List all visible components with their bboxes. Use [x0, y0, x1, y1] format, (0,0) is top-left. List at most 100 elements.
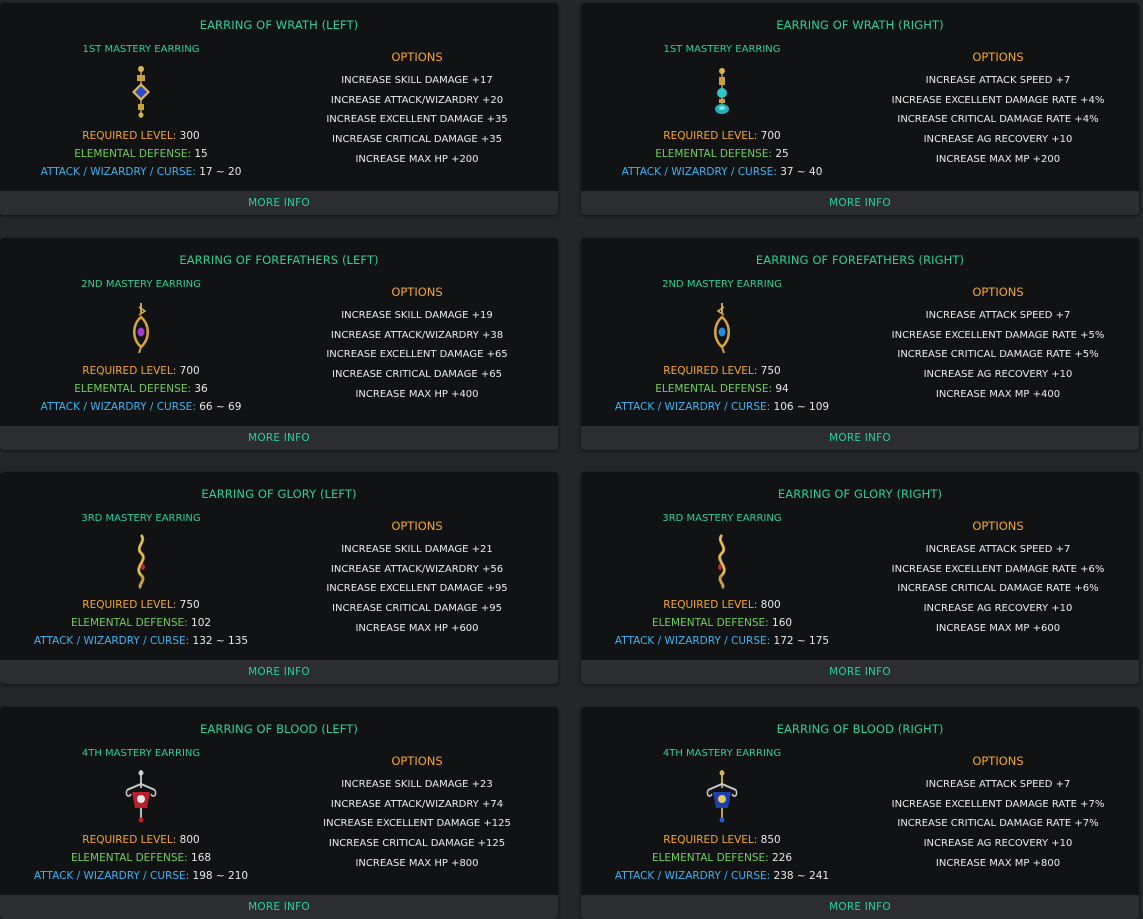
option-item: INCREASE MAX MP +800 [935, 857, 1061, 869]
attack-label: ATTACK / WIZARDRY / CURSE: [40, 166, 196, 178]
attack-label: ATTACK / WIZARDRY / CURSE: [33, 635, 190, 647]
option-item: INCREASE ATTACK/WIZARDRY +56 [330, 563, 504, 575]
elemental-defense-value: 226 [772, 852, 793, 864]
attack-label: ATTACK / WIZARDRY / CURSE: [614, 635, 771, 647]
attack-value: 66 ~ 69 [199, 401, 242, 413]
elemental-defense-value: 160 [772, 617, 793, 629]
item-summary: 4TH MASTERY EARRING REQUIRED LEVEL: 800 … [0, 747, 282, 885]
card-title: EARRING OF WRATH (RIGHT) [776, 18, 944, 32]
elemental-defense-label: ELEMENTAL DEFENSE: [74, 148, 191, 160]
attack-value: 238 ~ 241 [773, 870, 830, 882]
more-info-button[interactable]: MORE INFO [0, 660, 558, 684]
more-info-button[interactable]: MORE INFO [0, 191, 558, 215]
more-info-button[interactable]: MORE INFO [581, 191, 1139, 215]
elemental-defense-value: 102 [191, 617, 212, 629]
attack-stat: ATTACK / WIZARDRY / CURSE: 37 ~ 40 [581, 163, 863, 181]
options-panel: OPTIONS INCREASE SKILL DAMAGE +21 INCREA… [282, 517, 552, 638]
option-item: INCREASE ATTACK SPEED +7 [925, 779, 1071, 790]
option-item: INCREASE ATTACK/WIZARDRY +20 [330, 94, 504, 106]
item-summary: 4TH MASTERY EARRING REQUIRED LEVEL: 850 … [581, 747, 863, 885]
card-title: EARRING OF BLOOD (RIGHT) [776, 722, 944, 736]
option-item: INCREASE CRITICAL DAMAGE RATE +7% [897, 818, 1099, 830]
mastery-label: 3RD MASTERY EARRING [662, 513, 782, 524]
glory-right-earring-icon [581, 526, 863, 596]
required-level-value: 700 [179, 365, 200, 377]
option-item: INCREASE AG RECOVERY +10 [923, 134, 1073, 146]
attack-stat: ATTACK / WIZARDRY / CURSE: 106 ~ 109 [581, 398, 863, 416]
option-item: INCREASE MAX HP +800 [355, 857, 479, 869]
item-card: EARRING OF FOREFATHERS (RIGHT) 2ND MASTE… [581, 238, 1139, 450]
option-item: INCREASE MAX MP +600 [935, 622, 1061, 634]
option-item: INCREASE EXCELLENT DAMAGE +35 [326, 114, 508, 126]
options-title: OPTIONS [391, 50, 443, 64]
required-level: REQUIRED LEVEL: 750 [581, 362, 863, 380]
attack-label: ATTACK / WIZARDRY / CURSE: [614, 870, 771, 882]
option-item: INCREASE MAX MP +200 [935, 153, 1061, 165]
attack-value: 172 ~ 175 [773, 635, 830, 647]
options-panel: OPTIONS INCREASE ATTACK SPEED +7 INCREAS… [863, 517, 1133, 638]
attack-stat: ATTACK / WIZARDRY / CURSE: 198 ~ 210 [0, 867, 282, 885]
required-level-value: 750 [760, 365, 781, 377]
option-item: INCREASE MAX HP +600 [355, 622, 479, 634]
option-item: INCREASE CRITICAL DAMAGE RATE +6% [897, 583, 1099, 595]
elemental-defense-label: ELEMENTAL DEFENSE: [70, 852, 188, 864]
option-item: INCREASE MAX MP +400 [935, 388, 1061, 400]
required-level: REQUIRED LEVEL: 700 [581, 127, 863, 145]
attack-value: 198 ~ 210 [192, 870, 249, 882]
options-title: OPTIONS [391, 754, 443, 768]
required-level: REQUIRED LEVEL: 700 [0, 362, 282, 380]
more-info-button[interactable]: MORE INFO [0, 426, 558, 450]
required-level-label: REQUIRED LEVEL: [82, 599, 177, 611]
attack-stat: ATTACK / WIZARDRY / CURSE: 132 ~ 135 [0, 632, 282, 650]
required-level-label: REQUIRED LEVEL: [663, 599, 758, 611]
required-level: REQUIRED LEVEL: 800 [581, 596, 863, 614]
required-level: REQUIRED LEVEL: 300 [0, 127, 282, 145]
more-info-button[interactable]: MORE INFO [0, 895, 558, 919]
mastery-label: 2ND MASTERY EARRING [662, 279, 782, 290]
option-item: INCREASE ATTACK/WIZARDRY +74 [330, 798, 504, 810]
options-title: OPTIONS [972, 285, 1024, 299]
attack-label: ATTACK / WIZARDRY / CURSE: [33, 870, 190, 882]
attack-value: 37 ~ 40 [780, 166, 823, 178]
wrath-right-earring-icon [581, 57, 863, 127]
option-item: INCREASE AG RECOVERY +10 [923, 603, 1073, 615]
card-title: EARRING OF FOREFATHERS (LEFT) [179, 253, 379, 267]
elemental-defense-label: ELEMENTAL DEFENSE: [655, 383, 772, 395]
required-level: REQUIRED LEVEL: 800 [0, 831, 282, 849]
attack-value: 106 ~ 109 [773, 401, 830, 413]
option-item: INCREASE EXCELLENT DAMAGE RATE +7% [891, 798, 1105, 810]
elemental-defense-value: 15 [194, 148, 208, 160]
option-item: INCREASE SKILL DAMAGE +21 [341, 544, 493, 555]
item-card: EARRING OF BLOOD (LEFT) 4TH MASTERY EARR… [0, 707, 558, 919]
wrath-left-earring-icon [0, 57, 282, 127]
more-info-button[interactable]: MORE INFO [581, 660, 1139, 684]
elemental-defense-label: ELEMENTAL DEFENSE: [651, 852, 769, 864]
elemental-defense-value: 36 [194, 383, 208, 395]
elemental-defense-value: 25 [775, 148, 789, 160]
more-info-button[interactable]: MORE INFO [581, 895, 1139, 919]
attack-label: ATTACK / WIZARDRY / CURSE: [614, 401, 771, 413]
item-summary: 3RD MASTERY EARRING REQUIRED LEVEL: 750 … [0, 512, 282, 650]
options-panel: OPTIONS INCREASE SKILL DAMAGE +17 INCREA… [282, 48, 552, 169]
option-item: INCREASE ATTACK SPEED +7 [925, 310, 1071, 321]
options-title: OPTIONS [972, 754, 1024, 768]
option-item: INCREASE CRITICAL DAMAGE +65 [332, 369, 502, 381]
attack-value: 17 ~ 20 [199, 166, 242, 178]
options-panel: OPTIONS INCREASE ATTACK SPEED +7 INCREAS… [863, 752, 1133, 873]
options-title: OPTIONS [391, 519, 443, 533]
required-level-value: 800 [760, 599, 781, 611]
more-info-button[interactable]: MORE INFO [581, 426, 1139, 450]
required-level-label: REQUIRED LEVEL: [82, 130, 177, 142]
options-panel: OPTIONS INCREASE ATTACK SPEED +7 INCREAS… [863, 48, 1133, 169]
option-item: INCREASE EXCELLENT DAMAGE RATE +6% [891, 563, 1105, 575]
attack-label: ATTACK / WIZARDRY / CURSE: [621, 166, 777, 178]
option-item: INCREASE ATTACK SPEED +7 [925, 544, 1071, 555]
item-summary: 2ND MASTERY EARRING REQUIRED LEVEL: 750 … [581, 278, 863, 416]
forefathers-left-earring-icon [0, 292, 282, 362]
option-item: INCREASE EXCELLENT DAMAGE +95 [326, 583, 508, 595]
card-title: EARRING OF GLORY (LEFT) [201, 487, 357, 501]
options-panel: OPTIONS INCREASE SKILL DAMAGE +23 INCREA… [282, 752, 552, 873]
blood-left-earring-icon [0, 761, 282, 831]
option-item: INCREASE EXCELLENT DAMAGE RATE +5% [891, 329, 1105, 341]
elemental-defense: ELEMENTAL DEFENSE: 102 [0, 614, 282, 632]
